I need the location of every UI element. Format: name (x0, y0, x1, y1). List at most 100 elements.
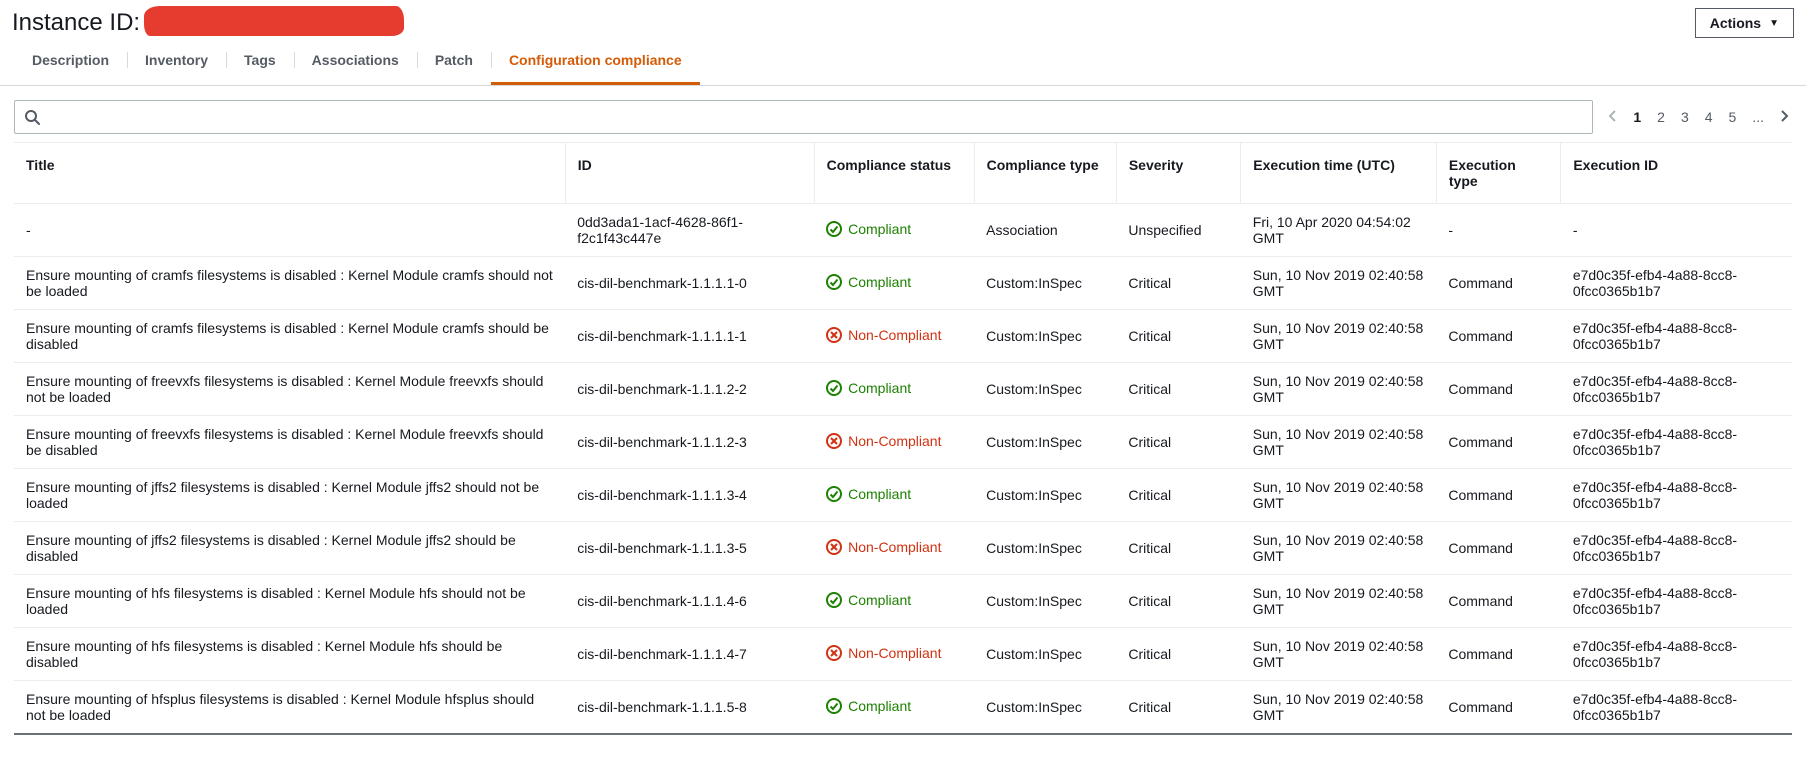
table-row[interactable]: Ensure mounting of hfs filesystems is di… (14, 575, 1792, 628)
tab-configuration-compliance[interactable]: Configuration compliance (491, 38, 700, 85)
cell-execid: e7d0c35f-efb4-4a88-8cc8-0fcc0365b1b7 (1561, 575, 1792, 628)
cell-exectime: Sun, 10 Nov 2019 02:40:58 GMT (1241, 416, 1437, 469)
cell-execid: e7d0c35f-efb4-4a88-8cc8-0fcc0365b1b7 (1561, 310, 1792, 363)
cell-execid: - (1561, 204, 1792, 257)
cell-exectime: Sun, 10 Nov 2019 02:40:58 GMT (1241, 681, 1437, 735)
tabs: DescriptionInventoryTagsAssociationsPatc… (0, 38, 1806, 86)
cell-severity: Critical (1116, 575, 1240, 628)
cell-title: Ensure mounting of cramfs filesystems is… (14, 257, 565, 310)
table-row[interactable]: Ensure mounting of freevxfs filesystems … (14, 363, 1792, 416)
cell-exectype: Command (1436, 416, 1560, 469)
cell-id: cis-dil-benchmark-1.1.1.1-1 (565, 310, 814, 363)
status-non-compliant: Non-Compliant (826, 433, 941, 449)
tab-description[interactable]: Description (14, 38, 127, 85)
chevron-right-icon (1776, 108, 1792, 124)
table-row[interactable]: Ensure mounting of freevxfs filesystems … (14, 416, 1792, 469)
cell-title: Ensure mounting of hfs filesystems is di… (14, 628, 565, 681)
cell-ctype: Custom:InSpec (974, 257, 1116, 310)
status-label: Compliant (848, 274, 911, 290)
cell-execid: e7d0c35f-efb4-4a88-8cc8-0fcc0365b1b7 (1561, 628, 1792, 681)
cell-status: Compliant (814, 204, 974, 257)
x-circle-icon (826, 327, 842, 343)
cell-severity: Critical (1116, 681, 1240, 735)
cell-execid: e7d0c35f-efb4-4a88-8cc8-0fcc0365b1b7 (1561, 257, 1792, 310)
x-circle-icon (826, 539, 842, 555)
page-1[interactable]: 1 (1625, 105, 1649, 129)
cell-id: cis-dil-benchmark-1.1.1.4-6 (565, 575, 814, 628)
col-title[interactable]: Title (14, 143, 565, 204)
compliance-table: Title ID Compliance status Compliance ty… (14, 142, 1792, 735)
actions-button[interactable]: Actions ▼ (1695, 8, 1794, 38)
col-id[interactable]: ID (565, 143, 814, 204)
tab-associations[interactable]: Associations (294, 38, 417, 85)
cell-exectime: Fri, 10 Apr 2020 04:54:02 GMT (1241, 204, 1437, 257)
status-label: Compliant (848, 698, 911, 714)
page-4[interactable]: 4 (1697, 105, 1721, 129)
search-wrap (14, 100, 1593, 134)
cell-exectype: Command (1436, 469, 1560, 522)
cell-ctype: Custom:InSpec (974, 363, 1116, 416)
page-next[interactable] (1776, 108, 1792, 127)
cell-severity: Critical (1116, 257, 1240, 310)
col-status[interactable]: Compliance status (814, 143, 974, 204)
page-2[interactable]: 2 (1649, 105, 1673, 129)
col-severity[interactable]: Severity (1116, 143, 1240, 204)
cell-exectype: Command (1436, 257, 1560, 310)
table-row[interactable]: - 0dd3ada1-1acf-4628-86f1-f2c1f43c447eCom… (14, 204, 1792, 257)
cell-severity: Critical (1116, 469, 1240, 522)
status-non-compliant: Non-Compliant (826, 645, 941, 661)
table-row[interactable]: Ensure mounting of cramfs filesystems is… (14, 310, 1792, 363)
tab-patch[interactable]: Patch (417, 38, 491, 85)
cell-severity: Critical (1116, 310, 1240, 363)
table-row[interactable]: Ensure mounting of hfsplus filesystems i… (14, 681, 1792, 735)
status-compliant: Compliant (826, 274, 911, 290)
search-input[interactable] (14, 100, 1593, 134)
page-ellipsis: ... (1744, 105, 1772, 129)
cell-status: Non-Compliant (814, 628, 974, 681)
tab-tags[interactable]: Tags (226, 38, 294, 85)
cell-title: Ensure mounting of hfsplus filesystems i… (14, 681, 565, 735)
cell-exectype: Command (1436, 575, 1560, 628)
table-row[interactable]: Ensure mounting of jffs2 filesystems is … (14, 522, 1792, 575)
search-icon (24, 109, 40, 125)
table-row[interactable]: Ensure mounting of hfs filesystems is di… (14, 628, 1792, 681)
status-label: Compliant (848, 380, 911, 396)
cell-title: Ensure mounting of freevxfs filesystems … (14, 363, 565, 416)
table-row[interactable]: Ensure mounting of cramfs filesystems is… (14, 257, 1792, 310)
cell-status: Compliant (814, 575, 974, 628)
col-exectime[interactable]: Execution time (UTC) (1241, 143, 1437, 204)
tab-inventory[interactable]: Inventory (127, 38, 226, 85)
cell-status: Non-Compliant (814, 310, 974, 363)
page-prev[interactable] (1605, 108, 1621, 127)
cell-ctype: Custom:InSpec (974, 628, 1116, 681)
table-row[interactable]: Ensure mounting of jffs2 filesystems is … (14, 469, 1792, 522)
col-execid[interactable]: Execution ID (1561, 143, 1792, 204)
cell-id: 0dd3ada1-1acf-4628-86f1-f2c1f43c447e (565, 204, 814, 257)
pagination: 12345... (1605, 108, 1792, 127)
page-5[interactable]: 5 (1721, 105, 1745, 129)
cell-ctype: Custom:InSpec (974, 522, 1116, 575)
cell-execid: e7d0c35f-efb4-4a88-8cc8-0fcc0365b1b7 (1561, 469, 1792, 522)
cell-severity: Critical (1116, 363, 1240, 416)
cell-id: cis-dil-benchmark-1.1.1.1-0 (565, 257, 814, 310)
actions-label: Actions (1710, 15, 1761, 31)
cell-execid: e7d0c35f-efb4-4a88-8cc8-0fcc0365b1b7 (1561, 416, 1792, 469)
cell-title: Ensure mounting of jffs2 filesystems is … (14, 469, 565, 522)
cell-exectype: Command (1436, 628, 1560, 681)
status-compliant: Compliant (826, 380, 911, 396)
cell-ctype: Association (974, 204, 1116, 257)
check-circle-icon (826, 592, 842, 608)
cell-title: Ensure mounting of cramfs filesystems is… (14, 310, 565, 363)
cell-exectime: Sun, 10 Nov 2019 02:40:58 GMT (1241, 469, 1437, 522)
check-circle-icon (826, 698, 842, 714)
page-3[interactable]: 3 (1673, 105, 1697, 129)
x-circle-icon (826, 645, 842, 661)
status-label: Compliant (848, 486, 911, 502)
col-ctype[interactable]: Compliance type (974, 143, 1116, 204)
col-exectype[interactable]: Execution type (1436, 143, 1560, 204)
cell-id: cis-dil-benchmark-1.1.1.4-7 (565, 628, 814, 681)
cell-exectype: - (1436, 204, 1560, 257)
instance-id-redacted (144, 6, 404, 36)
cell-severity: Critical (1116, 628, 1240, 681)
cell-status: Compliant (814, 257, 974, 310)
